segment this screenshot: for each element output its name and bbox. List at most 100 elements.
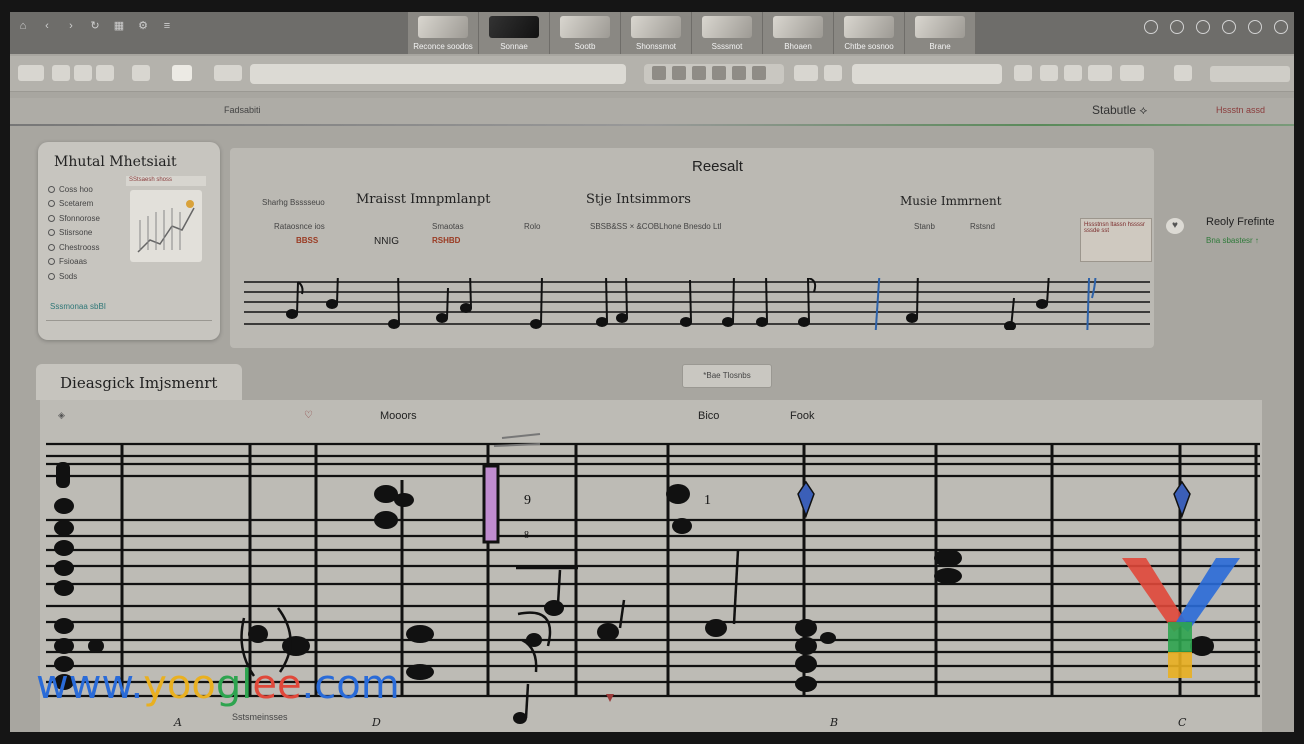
note-icon[interactable] bbox=[692, 66, 706, 80]
toolbar bbox=[10, 56, 1294, 92]
tab-1[interactable]: Sonnae bbox=[479, 12, 550, 54]
instrument-thumbnail[interactable] bbox=[130, 190, 202, 262]
result-sub-4: Rolo bbox=[524, 222, 541, 231]
search-input[interactable] bbox=[852, 64, 1002, 84]
lower-tab-label: Dieasgick Imjsmenrt bbox=[60, 374, 218, 392]
tag-icon[interactable] bbox=[1120, 65, 1144, 81]
result-panel: Reesalt Sharhg Bsssseuo Mraisst Imnpmlan… bbox=[230, 148, 1154, 353]
heart-icon[interactable]: ♥ bbox=[1166, 218, 1184, 234]
title-bar: ⌂ ‹ › ↻ ▦ ⚙ ≡ Reconce soodos Sonnae Soot… bbox=[10, 12, 1294, 54]
file-icon[interactable] bbox=[18, 65, 44, 81]
list-item[interactable]: Scetarem bbox=[48, 197, 100, 212]
tab-label: Ssssmot bbox=[711, 42, 743, 51]
tab-4[interactable]: Ssssmot bbox=[692, 12, 763, 54]
list-item[interactable]: Sods bbox=[48, 269, 100, 284]
grid-icon[interactable]: ▦ bbox=[112, 20, 126, 32]
pen-icon[interactable] bbox=[712, 66, 726, 80]
brush-icon[interactable] bbox=[752, 66, 766, 80]
result-sub-1: Rataosnce ios bbox=[274, 222, 325, 231]
list-icon[interactable] bbox=[1064, 65, 1082, 81]
copy-icon[interactable] bbox=[132, 65, 150, 81]
cloud-icon[interactable] bbox=[1222, 20, 1236, 34]
settings-icon[interactable]: ⚙ bbox=[136, 20, 150, 32]
layers-icon[interactable] bbox=[1040, 65, 1058, 81]
tab-2[interactable]: Sootb bbox=[550, 12, 621, 54]
forward-icon[interactable]: › bbox=[64, 20, 78, 32]
music-icon[interactable] bbox=[74, 65, 92, 81]
address-bar[interactable] bbox=[250, 64, 626, 84]
heading-music: Musie Immrnent bbox=[900, 194, 1002, 208]
tab-0[interactable]: Reconce soodos bbox=[408, 12, 479, 54]
radio-icon bbox=[48, 258, 55, 266]
heading-instrument: Mraisst Imnpmlanpt bbox=[356, 192, 491, 207]
palette-icon[interactable] bbox=[824, 65, 842, 81]
panel-title: Mhutal Mhetsiait bbox=[54, 154, 177, 170]
result-sub-2-value: RSHBD bbox=[432, 236, 461, 245]
lower-button[interactable]: *Bae Tlosnbs bbox=[682, 364, 772, 388]
view-toggle-icon[interactable] bbox=[214, 65, 242, 81]
marker-icon[interactable] bbox=[732, 66, 746, 80]
help-icon[interactable] bbox=[1174, 65, 1192, 81]
reply-sub[interactable]: Bna sbastesr ↑ bbox=[1206, 236, 1259, 245]
radio-icon bbox=[48, 185, 55, 193]
tab-5[interactable]: Bhoaen bbox=[763, 12, 834, 54]
notification-icon[interactable] bbox=[1170, 20, 1184, 34]
reply-title[interactable]: Reoly Frefinte bbox=[1206, 216, 1274, 228]
radio-icon bbox=[48, 229, 55, 237]
svg-text:8: 8 bbox=[524, 530, 529, 541]
divider bbox=[46, 320, 212, 321]
svg-text:1: 1 bbox=[704, 493, 711, 508]
list-item[interactable]: Fsioaas bbox=[48, 255, 100, 270]
share-icon[interactable] bbox=[1248, 20, 1262, 34]
user-label[interactable]: Hssstn assd bbox=[1216, 105, 1265, 115]
account-icon[interactable] bbox=[1144, 20, 1158, 34]
sub-toolbar: Fadsabiti Stabutle ⟡ Hssstn assd bbox=[10, 98, 1294, 124]
music-staff bbox=[244, 247, 1150, 353]
side-note[interactable]: Hssstnsn ltassn hssssr sssde sst bbox=[1080, 218, 1152, 262]
tab-label: Sonnae bbox=[500, 42, 528, 51]
tab-6[interactable]: Chtbe sosnoo bbox=[834, 12, 905, 54]
back-icon[interactable]: ‹ bbox=[40, 20, 54, 32]
instrument-panel: Mhutal Mhetsiait Coss hoo Scetarem Sfonn… bbox=[38, 142, 220, 340]
tab-strip: Reconce soodos Sonnae Sootb Shonssmot Ss… bbox=[408, 12, 976, 54]
progress-strip bbox=[10, 124, 1294, 126]
tab-3[interactable]: Shonssmot bbox=[621, 12, 692, 54]
menu-icon[interactable]: ≡ bbox=[160, 20, 174, 32]
italic-icon[interactable] bbox=[672, 66, 686, 80]
page-icon[interactable] bbox=[172, 65, 192, 81]
breadcrumb[interactable]: Fadsabiti bbox=[224, 105, 261, 115]
radio-icon bbox=[48, 200, 55, 208]
columns-icon[interactable] bbox=[1088, 65, 1112, 81]
chart-thumbnail-icon bbox=[137, 200, 195, 253]
bold-icon[interactable] bbox=[652, 66, 666, 80]
result-sub-1-value: BBSS bbox=[296, 236, 319, 245]
instrument-list: Coss hoo Scetarem Sfonnorose Stisrsone C… bbox=[48, 182, 100, 284]
watermark-part: ee bbox=[252, 662, 302, 708]
zoom-field[interactable] bbox=[1210, 66, 1290, 82]
cloud-upload-icon[interactable] bbox=[1014, 65, 1032, 81]
more-icon[interactable] bbox=[1274, 20, 1288, 34]
result-staff bbox=[244, 247, 1150, 353]
list-item[interactable]: Coss hoo bbox=[48, 182, 100, 197]
camera-icon[interactable] bbox=[794, 65, 818, 81]
status-text: Stabutle ⟡ bbox=[1092, 103, 1148, 117]
result-sub-6: Stanb bbox=[914, 222, 935, 231]
image-icon[interactable] bbox=[52, 65, 70, 81]
watermark-part: .com bbox=[301, 662, 400, 708]
heading-style: Stje Intsimmors bbox=[586, 192, 691, 207]
panel-footer[interactable]: Sssmonaa sbBI bbox=[50, 302, 106, 311]
home-icon[interactable]: ⌂ bbox=[16, 20, 30, 32]
result-title: Reesalt bbox=[692, 158, 743, 175]
list-item[interactable]: Chestrooss bbox=[48, 240, 100, 255]
lower-tab[interactable]: Dieasgick Imjsmenrt bbox=[36, 364, 242, 400]
list-item[interactable]: Sfonnorose bbox=[48, 211, 100, 226]
reload-icon[interactable]: ↻ bbox=[88, 20, 102, 32]
list-item[interactable]: Stisrsone bbox=[48, 226, 100, 241]
record-icon[interactable] bbox=[1196, 20, 1210, 34]
bottom-letter-c: C bbox=[1178, 716, 1187, 729]
edit-icon[interactable] bbox=[96, 65, 114, 81]
thumbnail-caption: SStsaesh shoss bbox=[126, 176, 206, 186]
tab-7[interactable]: Brane bbox=[905, 12, 976, 54]
radio-icon bbox=[48, 272, 55, 280]
watermark-part: yoo bbox=[143, 662, 216, 708]
